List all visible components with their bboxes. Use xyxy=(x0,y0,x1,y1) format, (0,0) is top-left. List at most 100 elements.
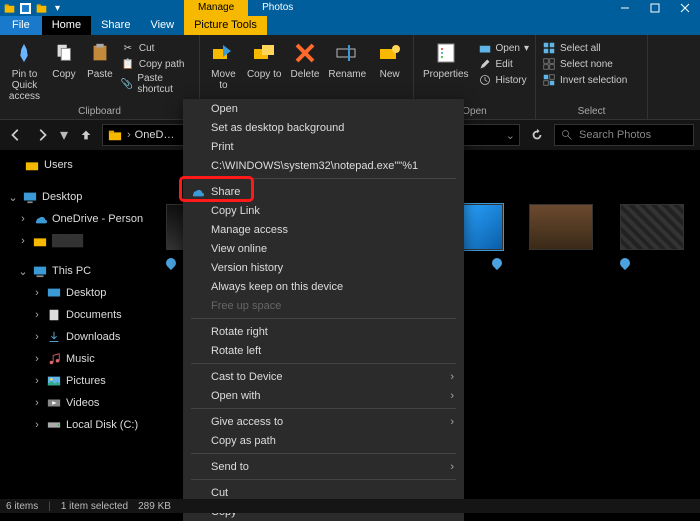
tree-item-downloads[interactable]: ›Downloads xyxy=(4,326,158,348)
ctx-set-bg[interactable]: Set as desktop background xyxy=(183,118,464,137)
select-none-button[interactable]: Select none xyxy=(542,57,627,71)
refresh-button[interactable] xyxy=(526,124,548,146)
tab-home[interactable]: Home xyxy=(42,16,91,35)
rename-icon xyxy=(333,39,361,67)
new-folder-icon xyxy=(376,39,404,67)
file-menu[interactable]: File xyxy=(0,16,42,35)
videos-icon xyxy=(46,395,62,411)
cut-button[interactable]: ✂Cut xyxy=(121,41,193,55)
ctx-manage-access[interactable]: Manage access xyxy=(183,220,464,239)
ctx-rotate-left[interactable]: Rotate left xyxy=(183,341,464,360)
invert-selection-button[interactable]: Invert selection xyxy=(542,73,627,87)
rename-button[interactable]: Rename xyxy=(328,39,366,80)
thumbnail[interactable] xyxy=(620,204,684,250)
address-dropdown[interactable]: ⌄ xyxy=(506,129,515,142)
recent-locations-button[interactable]: ▾ xyxy=(58,125,70,145)
thumbnail-selected[interactable] xyxy=(463,204,503,250)
tab-picture-tools[interactable]: Picture Tools xyxy=(184,16,267,35)
tree-item-onedrive[interactable]: ›OneDrive - Person xyxy=(4,208,158,230)
back-button[interactable] xyxy=(6,125,26,145)
status-size: 289 KB xyxy=(138,501,171,512)
expand-icon[interactable]: › xyxy=(32,397,42,409)
pin-to-quick-access-button[interactable]: Pin to Quick access xyxy=(6,39,43,102)
ctx-share[interactable]: Share xyxy=(183,182,464,201)
tree-item-unnamed[interactable]: ›████ xyxy=(4,230,158,252)
copy-to-button[interactable]: Copy to xyxy=(247,39,282,80)
expand-icon[interactable]: › xyxy=(32,331,42,343)
paste-icon xyxy=(86,39,114,67)
ctx-print[interactable]: Print xyxy=(183,137,464,156)
select-group-label: Select xyxy=(542,105,641,117)
status-bar: 6 items | 1 item selected 289 KB xyxy=(0,499,700,513)
tree-item-localdisk[interactable]: ›Local Disk (C:) xyxy=(4,414,158,436)
expand-icon[interactable]: › xyxy=(18,235,28,247)
paste-button[interactable]: Paste xyxy=(85,39,115,80)
ctx-version-history[interactable]: Version history xyxy=(183,258,464,277)
move-to-button[interactable]: Move to xyxy=(206,39,241,91)
maximize-button[interactable] xyxy=(640,0,670,16)
tree-item-pictures[interactable]: ›Pictures xyxy=(4,370,158,392)
tab-view[interactable]: View xyxy=(140,16,184,35)
thumbnail[interactable] xyxy=(529,204,593,250)
ctx-copy-as-path[interactable]: Copy as path xyxy=(183,431,464,450)
ctx-open-with[interactable]: Open with› xyxy=(183,386,464,405)
expand-icon[interactable]: › xyxy=(32,375,42,387)
forward-button[interactable] xyxy=(32,125,52,145)
qa-folder-icon[interactable] xyxy=(35,2,48,15)
ctx-give-access[interactable]: Give access to› xyxy=(183,412,464,431)
copy-to-icon xyxy=(250,39,278,67)
ctx-notepad[interactable]: C:\WINDOWS\system32\notepad.exe""%1 xyxy=(183,156,464,175)
search-input[interactable]: Search Photos xyxy=(554,124,694,146)
ctx-copy-link[interactable]: Copy Link xyxy=(183,201,464,220)
edit-icon xyxy=(478,57,492,71)
minimize-button[interactable] xyxy=(610,0,640,16)
pc-icon xyxy=(32,263,48,279)
expand-icon[interactable]: › xyxy=(32,309,42,321)
copy-path-button[interactable]: 📋Copy path xyxy=(121,57,193,71)
properties-button[interactable]: Properties xyxy=(420,39,472,80)
ctx-view-online[interactable]: View online xyxy=(183,239,464,258)
pictures-icon xyxy=(46,373,62,389)
tab-share[interactable]: Share xyxy=(91,16,140,35)
tree-item-videos[interactable]: ›Videos xyxy=(4,392,158,414)
select-all-button[interactable]: Select all xyxy=(542,41,627,55)
paste-shortcut-icon: 📎 xyxy=(121,77,133,91)
breadcrumb[interactable]: OneD… xyxy=(135,129,175,141)
search-icon xyxy=(561,129,573,141)
ctx-free-up: Free up space xyxy=(183,296,464,315)
manage-tab[interactable]: Manage xyxy=(184,0,248,16)
edit-button[interactable]: Edit xyxy=(478,57,530,71)
collapse-icon[interactable]: ⌄ xyxy=(8,191,18,204)
ctx-send-to[interactable]: Send to› xyxy=(183,457,464,476)
title-bar: ▾ Manage Photos xyxy=(0,0,700,16)
navigation-pane[interactable]: Users ⌄Desktop ›OneDrive - Person ›████ … xyxy=(0,150,158,499)
tree-item-documents[interactable]: ›Documents xyxy=(4,304,158,326)
collapse-icon[interactable]: ⌄ xyxy=(18,265,28,278)
ctx-always-keep[interactable]: Always keep on this device xyxy=(183,277,464,296)
ctx-rotate-right[interactable]: Rotate right xyxy=(183,322,464,341)
history-button[interactable]: History xyxy=(478,73,530,87)
cut-icon: ✂ xyxy=(121,41,135,55)
tree-item-desktop[interactable]: ⌄Desktop xyxy=(4,186,158,208)
tree-item-users[interactable]: Users xyxy=(4,154,158,176)
folder-icon xyxy=(32,233,48,249)
expand-icon[interactable]: › xyxy=(18,213,28,225)
up-button[interactable] xyxy=(76,125,96,145)
tree-item-desktop2[interactable]: ›Desktop xyxy=(4,282,158,304)
open-button[interactable]: Open ▾ xyxy=(478,41,530,55)
new-folder-button[interactable]: New xyxy=(372,39,407,80)
ctx-open[interactable]: Open xyxy=(183,99,464,118)
expand-icon[interactable]: › xyxy=(32,287,42,299)
expand-icon[interactable]: › xyxy=(32,419,42,431)
tree-item-music[interactable]: ›Music xyxy=(4,348,158,370)
qa-dropdown-icon[interactable]: ▾ xyxy=(51,2,64,15)
submenu-arrow-icon: › xyxy=(450,390,454,402)
delete-button[interactable]: Delete xyxy=(288,39,323,80)
ctx-cast[interactable]: Cast to Device› xyxy=(183,367,464,386)
close-button[interactable] xyxy=(670,0,700,16)
paste-shortcut-button[interactable]: 📎Paste shortcut xyxy=(121,73,193,95)
copy-button[interactable]: Copy xyxy=(49,39,79,80)
qa-save-icon[interactable] xyxy=(19,2,32,15)
tree-item-thispc[interactable]: ⌄This PC xyxy=(4,260,158,282)
expand-icon[interactable]: › xyxy=(32,353,42,365)
